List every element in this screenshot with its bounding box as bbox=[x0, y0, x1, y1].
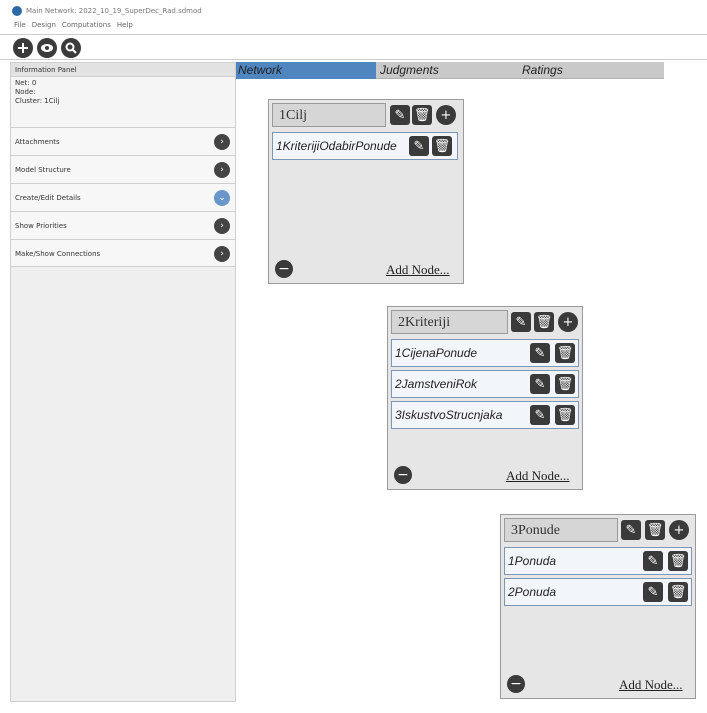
add-node-icon[interactable]: + bbox=[669, 520, 689, 540]
trash-icon[interactable]: 🗑 bbox=[555, 343, 575, 363]
trash-icon[interactable]: 🗑 bbox=[668, 582, 688, 602]
minus-icon[interactable]: − bbox=[507, 675, 525, 693]
tab-bar: Network Judgments Ratings bbox=[236, 62, 664, 79]
cluster-footer: − Add Node... bbox=[391, 466, 579, 486]
add-node-icon[interactable]: + bbox=[436, 105, 456, 125]
eye-icon[interactable] bbox=[37, 38, 57, 58]
pencil-icon[interactable]: ✎ bbox=[530, 405, 550, 425]
sidebar-item-show-priorities[interactable]: Show Priorities › bbox=[11, 211, 235, 239]
pencil-icon[interactable]: ✎ bbox=[530, 343, 550, 363]
chevron-right-icon[interactable]: › bbox=[214, 134, 230, 150]
chevron-right-icon[interactable]: › bbox=[214, 218, 230, 234]
node-label: 3IskustvoStrucnjaka bbox=[395, 408, 503, 422]
node-label: 2JamstveniRok bbox=[395, 377, 478, 391]
pencil-icon[interactable]: ✎ bbox=[621, 520, 641, 540]
info-panel-title: Information Panel bbox=[11, 63, 235, 77]
trash-icon[interactable]: 🗑 bbox=[555, 405, 575, 425]
tab-judgments[interactable]: Judgments bbox=[378, 62, 518, 79]
pencil-icon[interactable]: ✎ bbox=[643, 551, 663, 571]
menu-computations[interactable]: Computations bbox=[62, 21, 111, 33]
chevron-right-icon[interactable]: › bbox=[214, 162, 230, 178]
sidebar-item-label: Model Structure bbox=[15, 166, 71, 174]
info-node: Node: bbox=[15, 88, 36, 96]
sidebar-item-label: Show Priorities bbox=[15, 222, 67, 230]
add-icon[interactable] bbox=[13, 38, 33, 58]
menu-design[interactable]: Design bbox=[32, 21, 56, 33]
trash-icon[interactable]: 🗑 bbox=[412, 105, 432, 125]
tab-ratings[interactable]: Ratings bbox=[520, 62, 660, 79]
cluster-header: 1Cilj bbox=[272, 103, 386, 127]
trash-icon[interactable]: 🗑 bbox=[668, 551, 688, 571]
info-net: Net: 0 bbox=[15, 79, 37, 87]
add-node-link[interactable]: Add Node... bbox=[506, 468, 570, 484]
node-item[interactable]: 1CijenaPonude ✎ 🗑 bbox=[391, 339, 579, 367]
node-label: 1KriterijiOdabirPonude bbox=[276, 139, 397, 153]
tab-network[interactable]: Network bbox=[236, 62, 376, 79]
chevron-right-icon[interactable]: › bbox=[214, 246, 230, 262]
node-item[interactable]: 1Ponuda ✎ 🗑 bbox=[504, 547, 692, 575]
sidebar-item-model-structure[interactable]: Model Structure › bbox=[11, 155, 235, 183]
cluster-box[interactable]: 1Cilj ✎ 🗑 + 1KriterijiOdabirPonude ✎ 🗑 −… bbox=[268, 99, 464, 284]
pencil-icon[interactable]: ✎ bbox=[643, 582, 663, 602]
trash-icon[interactable]: 🗑 bbox=[555, 374, 575, 394]
info-panel-body: Net: 0 Node: Cluster: 1Cilj bbox=[11, 77, 235, 127]
pencil-icon[interactable]: ✎ bbox=[390, 105, 410, 125]
sidebar-item-create-edit-details[interactable]: Create/Edit Details ⌄ bbox=[11, 183, 235, 211]
title-bar: Main Network: 2022_10_19_SuperDec_Rad.sd… bbox=[0, 0, 707, 22]
info-cluster: Cluster: 1Cilj bbox=[15, 97, 60, 105]
app-icon bbox=[12, 6, 22, 16]
trash-icon[interactable]: 🗑 bbox=[534, 312, 554, 332]
sidebar-item-label: Create/Edit Details bbox=[15, 194, 81, 202]
add-node-link[interactable]: Add Node... bbox=[619, 677, 683, 693]
chevron-down-icon[interactable]: ⌄ bbox=[214, 190, 230, 206]
cluster-header: 2Kriteriji bbox=[391, 310, 508, 334]
pencil-icon[interactable]: ✎ bbox=[409, 136, 429, 156]
cluster-box[interactable]: 2Kriteriji ✎ 🗑 + 1CijenaPonude ✎ 🗑 2Jams… bbox=[387, 306, 583, 490]
trash-icon[interactable]: 🗑 bbox=[645, 520, 665, 540]
sidebar-item-label: Make/Show Connections bbox=[15, 250, 101, 258]
cluster-footer: − Add Node... bbox=[272, 260, 458, 280]
magnify-icon[interactable] bbox=[61, 38, 81, 58]
cluster-title: 2Kriteriji bbox=[398, 315, 451, 330]
node-label: 2Ponuda bbox=[508, 585, 557, 599]
node-item[interactable]: 1KriterijiOdabirPonude ✎ 🗑 bbox=[272, 132, 458, 160]
node-item[interactable]: 2JamstveniRok ✎ 🗑 bbox=[391, 370, 579, 398]
node-label: 1Ponuda bbox=[508, 554, 557, 568]
sidebar-item-label: Attachments bbox=[15, 138, 60, 146]
cluster-title: 3Ponude bbox=[511, 523, 560, 538]
toolbar bbox=[0, 34, 707, 60]
trash-icon[interactable]: 🗑 bbox=[432, 136, 452, 156]
add-node-link[interactable]: Add Node... bbox=[386, 262, 450, 278]
minus-icon[interactable]: − bbox=[275, 260, 293, 278]
cluster-box[interactable]: 3Ponude ✎ 🗑 + 1Ponuda ✎ 🗑 2Ponuda ✎ 🗑 − … bbox=[500, 514, 696, 699]
add-node-icon[interactable]: + bbox=[558, 312, 578, 332]
pencil-icon[interactable]: ✎ bbox=[511, 312, 531, 332]
sidebar: Information Panel Net: 0 Node: Cluster: … bbox=[10, 62, 236, 702]
sidebar-item-make-show-connections[interactable]: Make/Show Connections › bbox=[11, 239, 235, 267]
menu-bar: File Design Computations Help bbox=[14, 21, 133, 33]
cluster-footer: − Add Node... bbox=[504, 675, 692, 695]
node-item[interactable]: 3IskustvoStrucnjaka ✎ 🗑 bbox=[391, 401, 579, 429]
cluster-header: 3Ponude bbox=[504, 518, 618, 542]
sidebar-item-attachments[interactable]: Attachments › bbox=[11, 127, 235, 155]
window-title: Main Network: 2022_10_19_SuperDec_Rad.sd… bbox=[26, 7, 202, 15]
node-item[interactable]: 2Ponuda ✎ 🗑 bbox=[504, 578, 692, 606]
menu-file[interactable]: File bbox=[14, 21, 26, 33]
node-label: 1CijenaPonude bbox=[395, 346, 478, 360]
minus-icon[interactable]: − bbox=[394, 466, 412, 484]
menu-help[interactable]: Help bbox=[117, 21, 133, 33]
pencil-icon[interactable]: ✎ bbox=[530, 374, 550, 394]
cluster-title: 1Cilj bbox=[279, 108, 308, 123]
